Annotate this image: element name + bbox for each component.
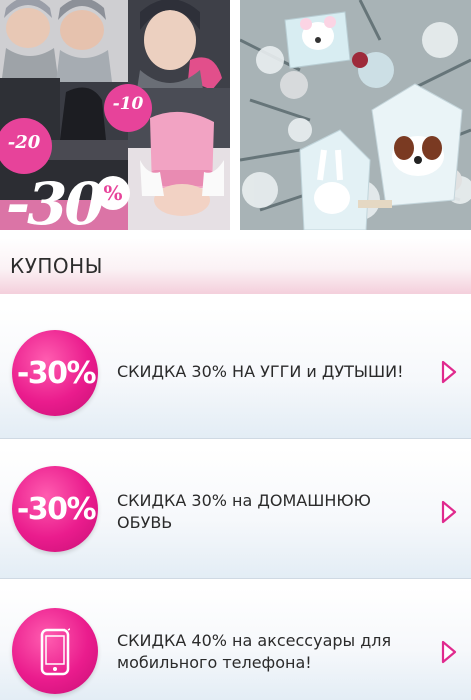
- coupon-title: СКИДКА 30% НА УГГИ и ДУТЫШИ!: [117, 362, 404, 381]
- coupons-section-header: КУПОНЫ: [0, 238, 471, 294]
- coupon-title-line-1: СКИДКА 30% на ДОМАШНЮЮ: [117, 491, 371, 510]
- chevron-right-icon[interactable]: [441, 500, 457, 524]
- promo-banners: -20 -10 -30 %: [0, 0, 471, 230]
- gifts-banner-image: [240, 0, 471, 230]
- coupon-item[interactable]: -30% СКИДКА 30% на ДОМАШНЮЮ ОБУВЬ: [0, 448, 471, 579]
- section-title: КУПОНЫ: [10, 254, 103, 278]
- promo-banner-knitwear[interactable]: -20 -10 -30 %: [0, 0, 230, 230]
- discount-badge-icon: -30%: [12, 330, 98, 416]
- coupon-item[interactable]: -30% СКИДКА 30% НА УГГИ и ДУТЫШИ!: [0, 308, 471, 439]
- promo-banner-gifts[interactable]: [240, 0, 471, 230]
- coupon-title: СКИДКА 40% на аксессуары для мобильного …: [117, 630, 391, 674]
- discount-badge-icon: -30%: [12, 466, 98, 552]
- banner-badge-minus-20: -20: [7, 132, 41, 153]
- banner-badge-minus-10: -10: [112, 94, 144, 114]
- discount-badge-text: -30%: [16, 492, 97, 527]
- smartphone-badge: [12, 608, 98, 694]
- coupon-title-line-2: ОБУВЬ: [117, 513, 173, 532]
- coupon-title: СКИДКА 30% на ДОМАШНЮЮ ОБУВЬ: [117, 490, 371, 534]
- coupon-item[interactable]: СКИДКА 40% на аксессуары для мобильного …: [0, 588, 471, 700]
- banner-big-discount: -30: [6, 170, 105, 230]
- banner-percent-sign: %: [96, 176, 130, 210]
- chevron-right-icon[interactable]: [441, 360, 457, 384]
- discount-badge-text: -30%: [16, 356, 97, 391]
- coupon-title-line-1: СКИДКА 40% на аксессуары для: [117, 631, 392, 650]
- chevron-right-icon[interactable]: [441, 640, 457, 664]
- coupon-title-line-2: мобильного телефона!: [117, 653, 312, 672]
- smartphone-icon: [40, 628, 70, 676]
